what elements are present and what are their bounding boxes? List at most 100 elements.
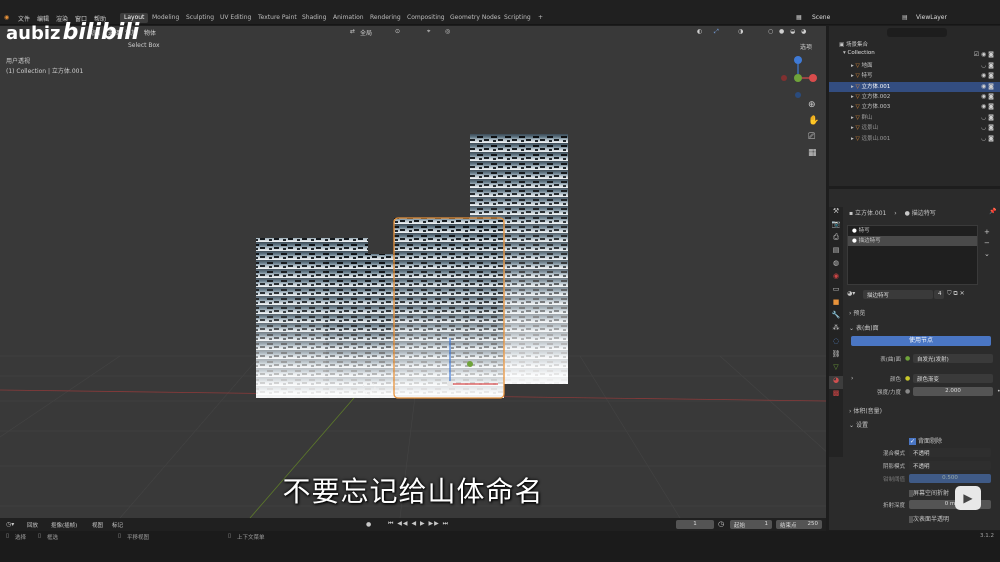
backface-culling-checkbox[interactable]: ✓ 背面剔除 <box>909 436 942 445</box>
visibility-eye-icon[interactable]: ◡ ◙ <box>981 62 994 69</box>
editor-type-icon[interactable]: ◷▾ <box>6 521 14 528</box>
scene-tab-icon[interactable]: ◍ <box>829 259 843 272</box>
outliner-item[interactable]: ▸ ▽ 特写 ◉ ◙ <box>829 71 1000 81</box>
strength-field[interactable]: 2.000 <box>913 387 993 396</box>
world-tab-icon[interactable]: ◉ <box>829 272 843 285</box>
record-icon[interactable]: ● <box>366 521 371 528</box>
material-slot[interactable]: ● 特写 <box>848 226 977 236</box>
scene-name[interactable]: Scene <box>812 14 830 21</box>
tab-modeling[interactable]: Modeling <box>148 13 183 23</box>
outliner-item[interactable]: ▸ ▽ 立方体.003 ◉ ◙ <box>829 102 1000 112</box>
shadow-mode-dropdown[interactable]: 不透明 <box>909 461 991 470</box>
object-tab-icon[interactable]: ■ <box>829 298 843 311</box>
outliner-item[interactable]: ▸ ▽ 地面 ◡ ◙ <box>829 61 1000 71</box>
outliner-search-input[interactable] <box>887 28 947 37</box>
visibility-icon[interactable]: ◐ <box>697 28 702 35</box>
screen-refraction-checkbox[interactable]: 屏幕空间折射 <box>909 488 949 497</box>
remove-slot-icon[interactable]: − <box>984 238 990 249</box>
data-tab-icon[interactable]: ▽ <box>829 363 843 376</box>
section-preview[interactable]: › 预览 <box>849 308 865 317</box>
outliner-item-selected[interactable]: ▸ ▽ 立方体.001 ◉ ◙ <box>829 82 1000 92</box>
tab-uv-editing[interactable]: UV Editing <box>216 13 255 23</box>
visibility-eye-icon[interactable]: ◡ ◙ <box>981 135 994 142</box>
visibility-eye-icon[interactable]: ◡ ◙ <box>981 114 994 121</box>
gizmo-toggle-icon[interactable]: ⤢ <box>714 28 719 36</box>
playback-controls[interactable]: ⏮ ◀◀ ◀ ▶ ▶▶ ⏭ <box>388 520 449 528</box>
pivot-icon[interactable]: ⊙ <box>395 28 400 35</box>
subsurface-checkbox[interactable]: 次表面半透明 <box>909 514 949 523</box>
end-frame-field[interactable]: 结束点 250 <box>776 520 822 529</box>
slot-menu-icon[interactable]: ⌄ <box>984 249 990 260</box>
camera-icon[interactable]: ⎚ <box>808 132 822 148</box>
viewport-menu-object[interactable]: 物体 <box>144 28 156 37</box>
add-workspace-icon[interactable]: + <box>534 13 547 23</box>
view-layer-tab-icon[interactable]: ▤ <box>829 246 843 259</box>
outliner-collection[interactable]: ▾ Collection ☑ ◉ ◙ <box>829 50 1000 60</box>
transform-orientation[interactable]: 全局 <box>360 28 372 37</box>
physics-tab-icon[interactable]: ◌ <box>829 337 843 350</box>
view-menu[interactable]: 视图 <box>92 521 103 529</box>
clock-icon[interactable]: ◷ <box>718 520 724 528</box>
visibility-eye-icon[interactable]: ◉ ◙ <box>981 72 994 79</box>
constraints-tab-icon[interactable]: ⛓ <box>829 350 843 363</box>
tool-tab-icon[interactable]: ⚒ <box>829 207 843 220</box>
3d-viewport[interactable] <box>0 26 826 518</box>
visibility-eye-icon[interactable]: ◉ ◙ <box>981 103 994 110</box>
section-surface[interactable]: ⌄ 表(曲)面 <box>849 323 879 332</box>
visibility-eye-icon[interactable]: ◉ ◙ <box>981 83 994 90</box>
material-user-count[interactable]: 4 <box>934 290 944 299</box>
viewlayer-name[interactable]: ViewLayer <box>916 14 947 21</box>
use-nodes-button[interactable]: 使用节点 <box>851 336 991 346</box>
outliner-scene-collection[interactable]: ▣ 场景集合 <box>829 40 1000 50</box>
texture-tab-icon[interactable]: ▩ <box>829 389 843 402</box>
playback-menu[interactable]: 回放 <box>27 521 38 529</box>
video-play-icon[interactable]: ▶ <box>955 486 981 510</box>
shading-material-icon[interactable]: ◒ <box>790 28 795 35</box>
overlay-icon[interactable]: ◑ <box>738 28 743 35</box>
zoom-icon[interactable]: ⊕ <box>808 100 822 116</box>
tab-sculpting[interactable]: Sculpting <box>182 13 218 23</box>
tab-animation[interactable]: Animation <box>329 13 368 23</box>
visibility-eye-icon[interactable]: ◉ ◙ <box>981 93 994 100</box>
proportional-icon[interactable]: ◎ <box>445 28 450 35</box>
scene-icon[interactable]: ▦ <box>796 14 802 21</box>
surface-shader-field[interactable]: 自发光(发射) <box>913 354 993 363</box>
tab-geometry-nodes[interactable]: Geometry Nodes <box>446 13 505 23</box>
tab-shading[interactable]: Shading <box>298 13 330 23</box>
pan-hand-icon[interactable]: ✋ <box>808 116 822 132</box>
outliner-item[interactable]: ▸ ▽ 立方体.002 ◉ ◙ <box>829 92 1000 102</box>
shading-wireframe-icon[interactable]: ○ <box>768 28 773 35</box>
collection-tab-icon[interactable]: ▭ <box>829 285 843 298</box>
add-slot-icon[interactable]: + <box>984 227 990 238</box>
color-input-field[interactable]: 颜色渐变 <box>913 374 993 383</box>
outliner-item[interactable]: ▸ ▽ 远景山 ◡ ◙ <box>829 123 1000 133</box>
clip-threshold-field[interactable]: 0.500 <box>909 474 991 483</box>
shading-solid-icon[interactable]: ● <box>779 28 784 35</box>
section-settings[interactable]: ⌄ 设置 <box>849 420 868 429</box>
tab-rendering[interactable]: Rendering <box>366 13 405 23</box>
visibility-eye-icon[interactable]: ☑ ◉ ◙ <box>974 51 994 58</box>
material-name-field[interactable]: 描边特写 <box>863 290 933 299</box>
marker-menu[interactable]: 标记 <box>112 521 123 529</box>
tab-compositing[interactable]: Compositing <box>403 13 449 23</box>
render-tab-icon[interactable]: 📷 <box>829 220 843 233</box>
section-volume[interactable]: › 体积(音量) <box>849 406 882 415</box>
outliner-item[interactable]: ▸ ▽ 群山 ◡ ◙ <box>829 113 1000 123</box>
viewport-options[interactable]: 选项 <box>800 42 812 51</box>
material-browse-icon[interactable]: ◕▾ <box>847 290 855 297</box>
pin-icon[interactable]: 📌 <box>989 208 996 215</box>
current-frame-field[interactable]: 1 <box>676 520 714 529</box>
viewlayer-icon[interactable]: ▤ <box>902 14 908 21</box>
particles-tab-icon[interactable]: ⁂ <box>829 324 843 337</box>
keying-menu[interactable]: 抠像(插帧) <box>51 521 77 529</box>
tab-scripting[interactable]: Scripting <box>500 13 535 23</box>
blend-mode-dropdown[interactable]: 不透明 <box>909 448 991 457</box>
snap-icon[interactable]: ⌖ <box>427 28 430 36</box>
transform-orientation-icon[interactable]: ⇄ <box>350 28 355 35</box>
output-tab-icon[interactable]: ⎙ <box>829 233 843 246</box>
material-tab-icon[interactable]: ◕ <box>829 376 843 389</box>
shading-rendered-icon[interactable]: ◕ <box>801 28 806 35</box>
outliner-item[interactable]: ▸ ▽ 远景山.001 ◡ ◙ <box>829 134 1000 144</box>
visibility-eye-icon[interactable]: ◡ ◙ <box>981 124 994 131</box>
tab-texture-paint[interactable]: Texture Paint <box>254 13 301 23</box>
